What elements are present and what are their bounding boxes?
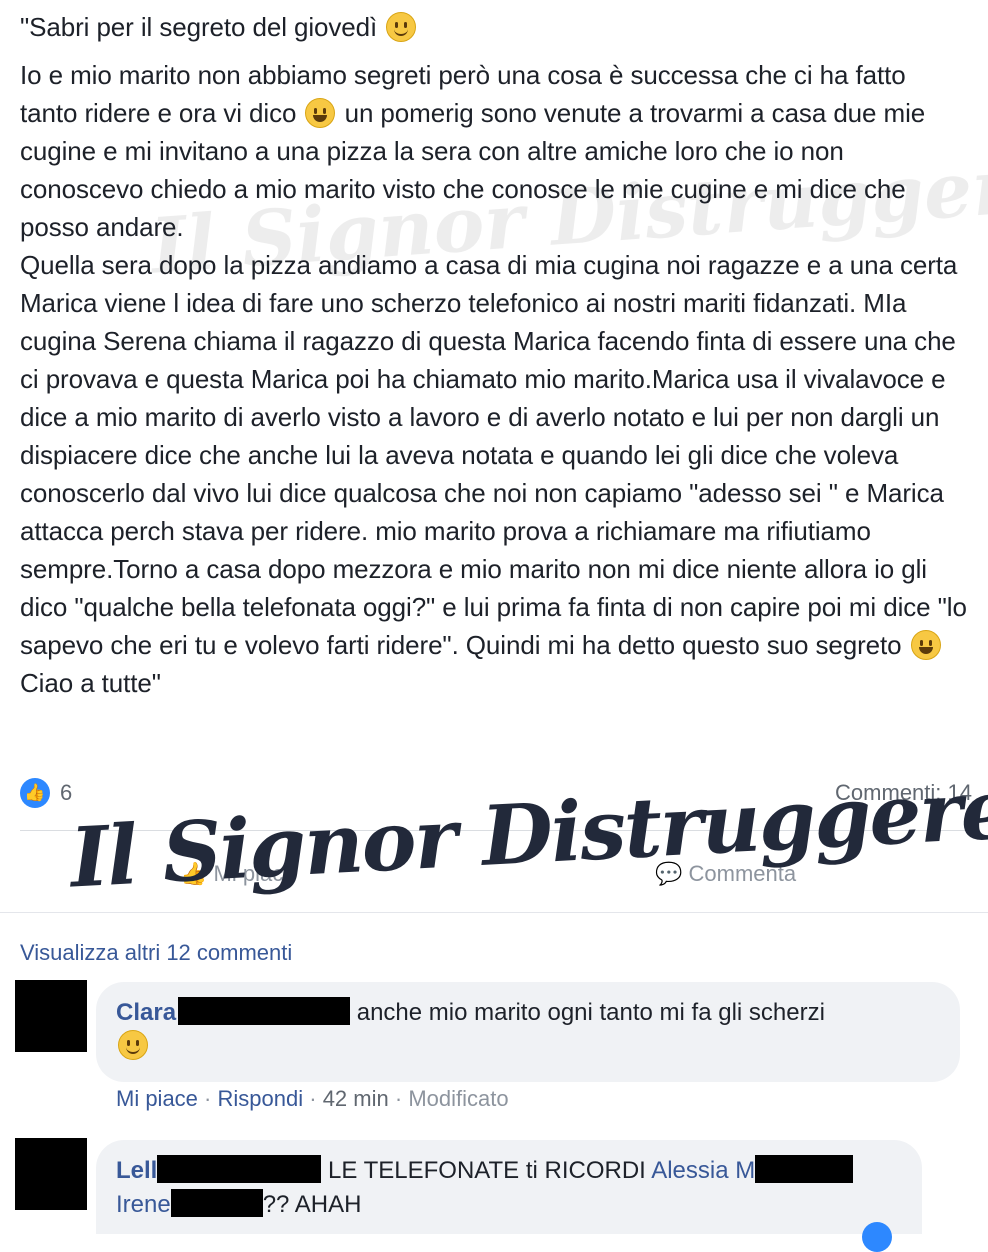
post-paragraph-1: Io e mio marito non abbiamo segreti però…	[20, 56, 970, 246]
avatar[interactable]	[15, 980, 87, 1052]
comment-bubble: Clara anche mio marito ogni tanto mi fa …	[96, 982, 960, 1082]
redaction-block	[157, 1155, 322, 1183]
paragraph-2-part-a: Quella sera dopo la pizza andiamo a casa…	[20, 250, 967, 660]
smile-emoji-icon	[386, 12, 417, 42]
comment-like-link[interactable]: Mi piace	[116, 1086, 198, 1111]
comment-bubble: Lell LE TELEFONATE ti RICORDI Alessia M …	[96, 1140, 922, 1234]
comment-text: anche mio marito ogni tanto mi fa gli sc…	[356, 999, 825, 1026]
paragraph-2-part-b: Ciao a tutte"	[20, 668, 161, 698]
post-title: "Sabri per il segreto del giovedì	[20, 8, 970, 46]
view-more-comments-link[interactable]: Visualizza altri 12 commenti	[20, 940, 292, 966]
post-title-text: "Sabri per il segreto del giovedì	[20, 12, 378, 42]
thumbs-up-icon[interactable]	[862, 1222, 892, 1252]
mention-link[interactable]: Alessia M	[651, 1157, 755, 1184]
separator-dot: ·	[309, 1086, 317, 1111]
separator-dot: ·	[394, 1086, 403, 1111]
redaction-block	[170, 1189, 263, 1217]
comment-text: LE TELEFONATE ti RICORDI	[328, 1157, 646, 1184]
smile-emoji-icon	[118, 1030, 148, 1060]
comment-edited: Modificato	[408, 1086, 509, 1111]
grin-emoji-icon	[910, 630, 941, 660]
redaction-block	[178, 997, 351, 1025]
comment-reply-link[interactable]: Rispondi	[218, 1086, 304, 1111]
thumbs-up-icon[interactable]: 👍	[20, 778, 50, 808]
post-body: "Sabri per il segreto del giovedì Io e m…	[20, 8, 970, 702]
redaction-block	[755, 1155, 854, 1183]
comment-author[interactable]: Lell	[116, 1157, 157, 1184]
comment-text-tail: ?? AHAH	[262, 1191, 362, 1218]
comment-author[interactable]: Clara	[116, 999, 176, 1026]
comment-time[interactable]: 42 min	[323, 1086, 389, 1111]
grin-emoji-icon	[305, 98, 336, 128]
separator-dot: ·	[204, 1086, 212, 1111]
comment-meta: Mi piace · Rispondi · 42 min · Modificat…	[116, 1086, 509, 1112]
like-count[interactable]: 6	[60, 780, 72, 806]
section-separator	[0, 912, 988, 913]
post-paragraph-2: Quella sera dopo la pizza andiamo a casa…	[20, 246, 970, 702]
avatar[interactable]	[15, 1138, 87, 1210]
mention-link[interactable]: Irene	[116, 1191, 171, 1218]
